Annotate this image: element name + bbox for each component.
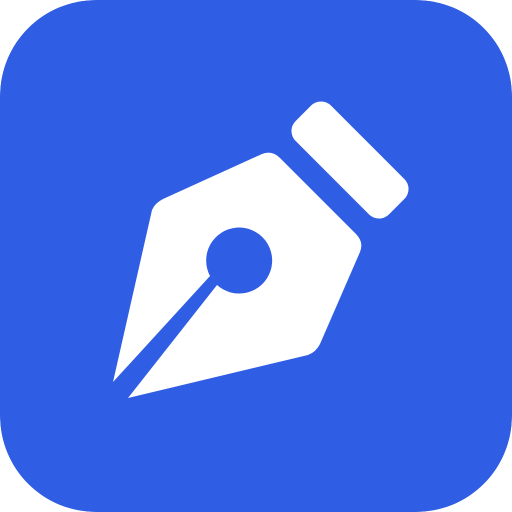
fountain-pen-nib-icon: [0, 0, 512, 512]
app-icon-background: [0, 0, 512, 512]
app-icon[interactable]: [0, 0, 512, 512]
